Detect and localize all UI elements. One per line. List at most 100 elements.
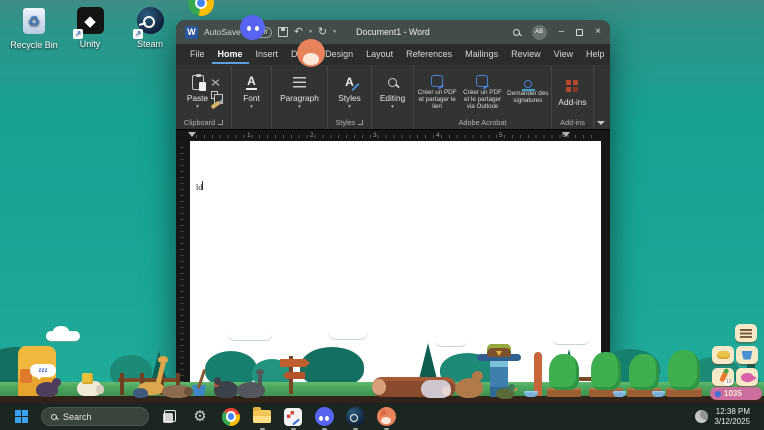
task-view-button[interactable]: [158, 406, 180, 428]
discord-icon: [315, 407, 334, 426]
file-explorer-button[interactable]: [251, 406, 273, 428]
clock-date: 3/12/2025: [714, 417, 750, 427]
settings-button[interactable]: ⚙: [189, 406, 211, 428]
tab-mailings[interactable]: Mailings: [459, 45, 504, 64]
tab-review[interactable]: Review: [505, 45, 547, 64]
start-button[interactable]: [10, 406, 32, 428]
fox-pet-app-button[interactable]: [375, 406, 397, 428]
copy-icon[interactable]: [211, 91, 218, 99]
editing-button[interactable]: Editing▾: [380, 73, 405, 111]
fox-icon: [377, 407, 396, 426]
tab-design[interactable]: Design: [319, 45, 359, 64]
running-indicator: [322, 428, 327, 430]
redo-button[interactable]: ↻: [318, 27, 327, 38]
ribbon-collapse-button[interactable]: [594, 65, 608, 129]
pet-giraffe-head: [158, 356, 168, 363]
floating-discord-icon[interactable]: [240, 15, 265, 40]
document-title: Document1 - Word: [356, 27, 430, 37]
unity-icon: ◆ ↗: [75, 7, 105, 37]
tab-help[interactable]: Help: [580, 45, 610, 64]
running-indicator: [260, 428, 265, 430]
system-tray[interactable]: 12:38 PM 3/12/2025: [695, 407, 754, 426]
tab-home[interactable]: Home: [212, 45, 249, 64]
running-indicator: [291, 428, 296, 430]
desktop-icon-recycle-bin[interactable]: ♻ Recycle Bin: [6, 6, 62, 50]
paw-icon: [715, 391, 721, 397]
styles-button[interactable]: A Styles▾: [338, 73, 361, 111]
steam-button[interactable]: [344, 406, 366, 428]
bucket-icon: [742, 351, 753, 360]
windows-logo-icon: [15, 410, 28, 423]
feed-bowl[interactable]: [613, 391, 626, 397]
paste-button[interactable]: Paste▾: [187, 73, 208, 111]
qat-customize-icon[interactable]: ▾: [333, 29, 336, 35]
undo-dropdown-icon[interactable]: ▾: [309, 29, 312, 35]
create-pdf-outlook-button[interactable]: Créer un PDF et le partager via Outlook: [461, 75, 503, 110]
close-button[interactable]: ×: [595, 27, 601, 37]
feed-bowl[interactable]: [524, 391, 538, 397]
tab-layout[interactable]: Layout: [360, 45, 399, 64]
discord-button[interactable]: [313, 406, 335, 428]
dialog-launcher-icon[interactable]: [358, 120, 363, 125]
carrot-plant[interactable]: [591, 352, 621, 390]
pet-blue-bird[interactable]: [133, 388, 148, 398]
game-carrot-button[interactable]: 10: [712, 368, 734, 386]
account-avatar[interactable]: AB: [532, 25, 547, 40]
tab-insert[interactable]: Insert: [250, 45, 285, 64]
clock-time: 12:38 PM: [714, 407, 750, 417]
floating-chrome-icon[interactable]: [188, 0, 214, 16]
tab-references[interactable]: References: [400, 45, 458, 64]
font-button[interactable]: A Font▾: [243, 73, 260, 111]
desktop-icon-unity[interactable]: ◆ ↗ Unity: [62, 6, 118, 49]
tree: [300, 347, 364, 387]
indent-marker-left[interactable]: [188, 132, 196, 137]
cloud: [328, 324, 368, 339]
dialog-launcher-icon[interactable]: [218, 120, 223, 125]
format-painter-icon[interactable]: [211, 101, 221, 109]
taskbar-clock[interactable]: 12:38 PM 3/12/2025: [714, 407, 750, 426]
taskbar: Search ⚙ 12:38 PM 3/12/2025: [0, 403, 764, 430]
save-icon[interactable]: [278, 27, 288, 37]
tab-file[interactable]: File: [184, 45, 211, 64]
search-icon: [51, 414, 57, 420]
maximize-button[interactable]: [576, 29, 583, 36]
fish-icon: [741, 373, 753, 382]
game-sponge-button[interactable]: [712, 346, 734, 364]
carrot-plant[interactable]: [549, 354, 579, 390]
carrot-plant[interactable]: [668, 350, 700, 390]
minimize-button[interactable]: –: [559, 27, 565, 37]
signature-person-icon: [524, 80, 532, 88]
recycle-bin-icon: ♻: [19, 8, 49, 38]
speech-bubble: zzz: [30, 364, 56, 377]
game-fish-button[interactable]: [736, 368, 758, 386]
paragraph-button[interactable]: Paragraph▾: [280, 73, 319, 111]
cut-icon[interactable]: [211, 79, 220, 87]
task-view-icon: [163, 410, 176, 423]
pet-sloth-face: [184, 387, 193, 396]
game-menu-button[interactable]: [735, 324, 757, 342]
add-ins-button[interactable]: Add-ins: [558, 77, 586, 107]
tab-view[interactable]: View: [548, 45, 579, 64]
cloud: [436, 336, 466, 346]
search-label: Search: [63, 412, 92, 422]
desktop-icon-steam[interactable]: ↗ Steam: [122, 6, 178, 49]
game-bucket-button[interactable]: [736, 346, 758, 364]
snipping-app-button[interactable]: [282, 406, 304, 428]
pet-duck-head: [508, 384, 515, 391]
pet-kangaroo[interactable]: [455, 378, 483, 398]
floating-fox-pet-icon[interactable]: [297, 39, 325, 67]
request-signatures-button[interactable]: Demander des signatures: [507, 80, 549, 104]
steam-icon: [346, 407, 365, 426]
horizontal-ruler[interactable]: 1 2 3 4 5 6: [176, 129, 610, 141]
search-icon[interactable]: [513, 29, 520, 36]
feed-bowl[interactable]: [652, 391, 665, 397]
chrome-button[interactable]: [220, 406, 242, 428]
desktop-pet-game-strip: zzz 1: [0, 322, 764, 403]
carrot-plant[interactable]: [629, 354, 659, 390]
create-pdf-share-link-button[interactable]: Créer un PDF et partager le lien: [416, 75, 458, 110]
taskbar-search[interactable]: Search: [41, 407, 149, 426]
desktop-icon-label: Unity: [62, 39, 118, 49]
undo-button[interactable]: ↶: [294, 27, 303, 38]
addins-group-label: Add-ins: [552, 116, 593, 129]
word-ribbon: Paste▾ Clipboard A Font▾: [176, 65, 610, 129]
